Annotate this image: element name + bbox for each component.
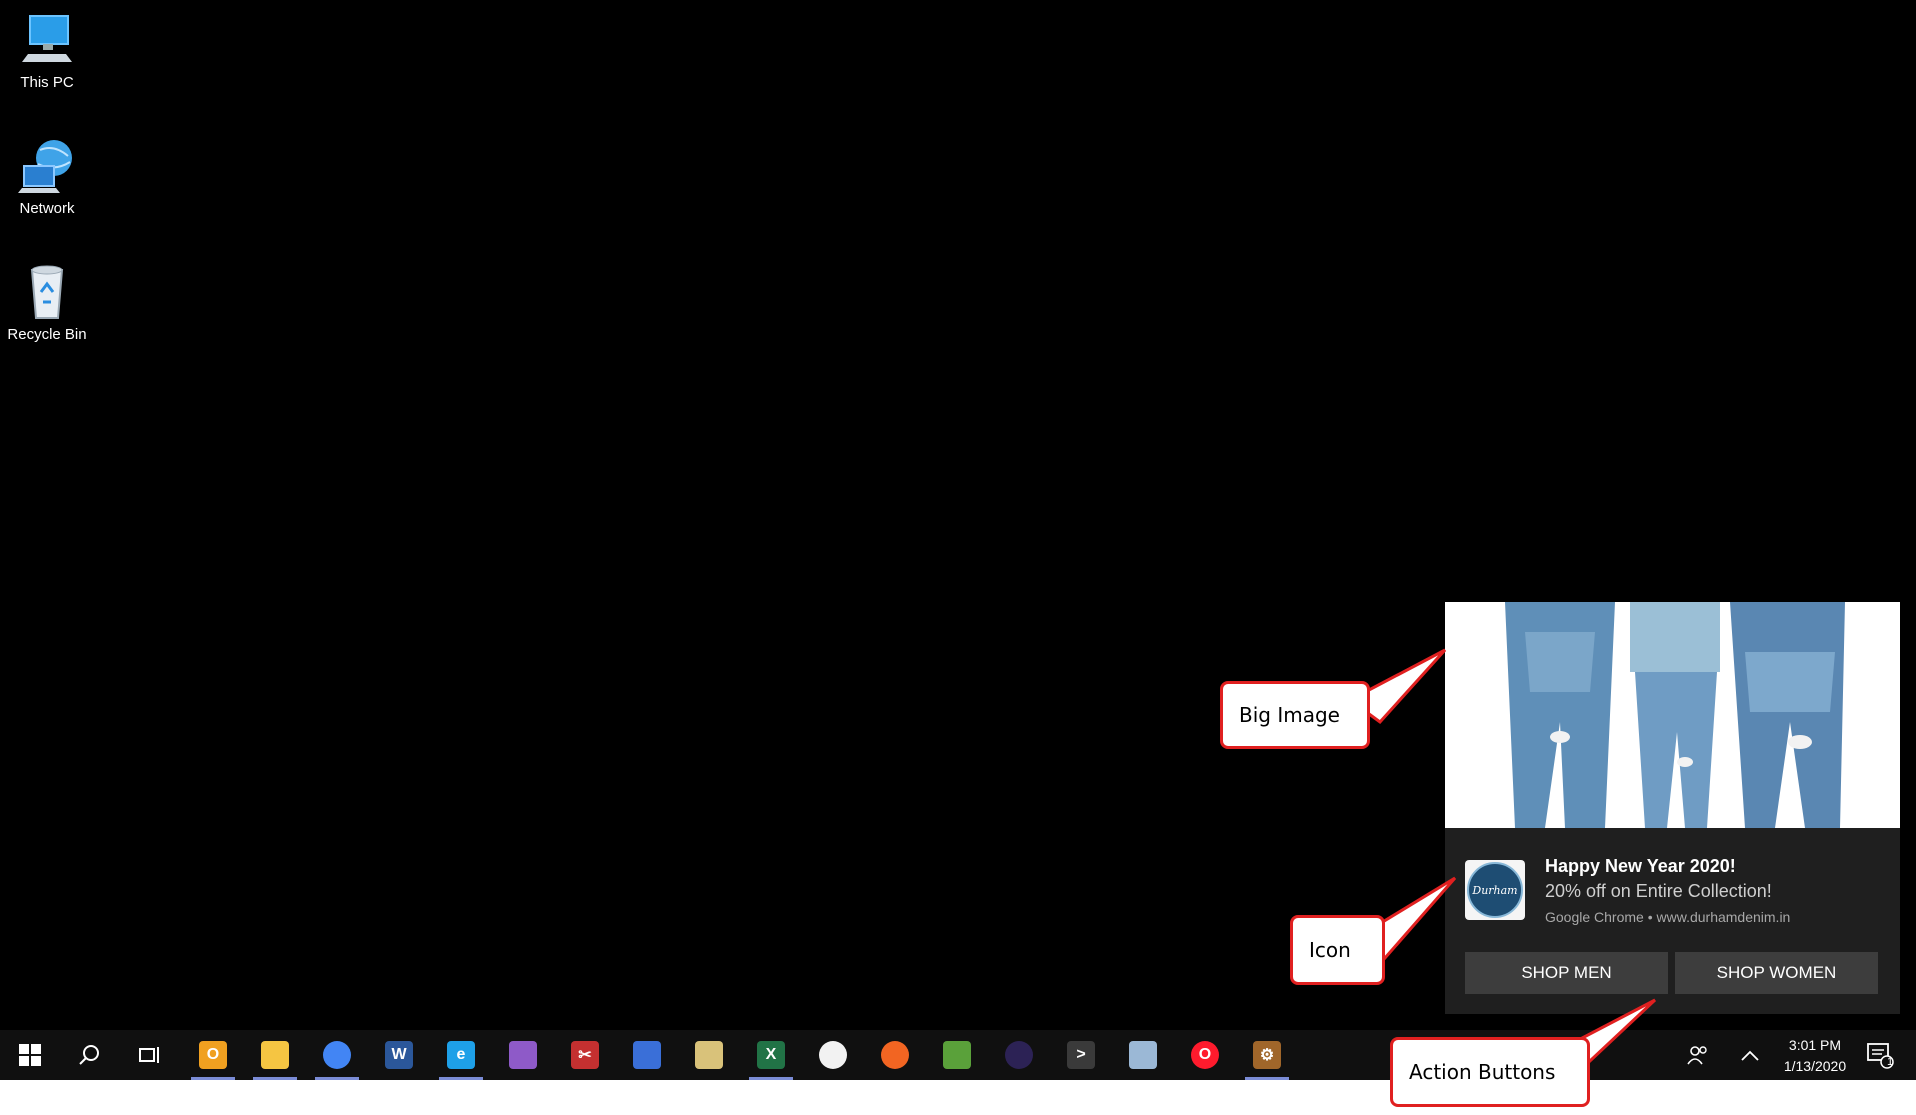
excel-icon: X bbox=[757, 1041, 785, 1069]
taskbar-app-orange-app[interactable] bbox=[867, 1030, 923, 1080]
word-icon: W bbox=[385, 1041, 413, 1069]
windows-logo-icon bbox=[19, 1044, 41, 1066]
task-view-button[interactable] bbox=[122, 1030, 178, 1080]
terminal-icon: > bbox=[1067, 1041, 1095, 1069]
brand-logo-text: Durham bbox=[1471, 884, 1517, 897]
network-label: Network bbox=[19, 200, 75, 217]
start-button[interactable] bbox=[2, 1030, 58, 1080]
big-image-callout: Big Image bbox=[1220, 681, 1370, 749]
remote-desktop-icon bbox=[633, 1041, 661, 1069]
network-icon bbox=[18, 140, 72, 193]
taskbar-app-database[interactable] bbox=[1115, 1030, 1171, 1080]
internet-explorer-icon: e bbox=[447, 1041, 475, 1069]
search-button[interactable] bbox=[62, 1030, 118, 1080]
database-icon bbox=[1129, 1041, 1157, 1069]
network-shortcut[interactable]: Network bbox=[0, 136, 94, 217]
system-clock[interactable]: 3:01 PM 1/13/2020 bbox=[1765, 1035, 1865, 1077]
taskbar-app-paint[interactable] bbox=[681, 1030, 737, 1080]
taskbar-app-gear-app[interactable]: ⚙ bbox=[1239, 1030, 1295, 1080]
people-button[interactable] bbox=[1670, 1030, 1726, 1080]
toast-attribution: Google Chrome • www.durhamdenim.in bbox=[1545, 909, 1791, 925]
action-buttons-callout-text: Action Buttons bbox=[1409, 1060, 1556, 1084]
clock-date: 1/13/2020 bbox=[1783, 1058, 1847, 1074]
toast-hero-image bbox=[1445, 602, 1900, 828]
recycle-bin-icon bbox=[30, 265, 64, 319]
notification-count-badge: 1 bbox=[1887, 1056, 1894, 1068]
file-explorer-icon bbox=[261, 1041, 289, 1069]
taskbar-app-snipping-tool[interactable]: ✂ bbox=[557, 1030, 613, 1080]
red-circle-app-icon bbox=[819, 1041, 847, 1069]
computer-icon bbox=[22, 15, 72, 62]
taskbar: O We ✂ X > O ⚙ 1 bbox=[0, 1030, 1916, 1080]
action-buttons-callout: Action Buttons bbox=[1390, 1037, 1590, 1107]
taskbar-app-opera[interactable]: O bbox=[1177, 1030, 1233, 1080]
green-editor-icon bbox=[943, 1041, 971, 1069]
this-pc-label: This PC bbox=[20, 74, 74, 91]
taskbar-app-outlook[interactable]: O bbox=[185, 1030, 241, 1080]
people-icon bbox=[1687, 1046, 1707, 1065]
purple-app-icon bbox=[509, 1041, 537, 1069]
gear-app-icon: ⚙ bbox=[1253, 1041, 1281, 1069]
toast-body: 20% off on Entire Collection! bbox=[1545, 881, 1772, 901]
chrome-icon bbox=[323, 1041, 351, 1069]
taskbar-app-excel[interactable]: X bbox=[743, 1030, 799, 1080]
taskbar-app-green-editor[interactable] bbox=[929, 1030, 985, 1080]
brand-logo-icon: Durham bbox=[1465, 860, 1525, 920]
recycle-bin-label: Recycle Bin bbox=[7, 326, 87, 343]
taskbar-app-file-explorer[interactable] bbox=[247, 1030, 303, 1080]
opera-icon: O bbox=[1191, 1041, 1219, 1069]
paint-icon bbox=[695, 1041, 723, 1069]
taskbar-app-internet-explorer[interactable]: e bbox=[433, 1030, 489, 1080]
task-view-icon bbox=[139, 1047, 159, 1063]
clock-time: 3:01 PM bbox=[1788, 1037, 1842, 1053]
recycle-bin-shortcut[interactable]: Recycle Bin bbox=[0, 262, 94, 343]
shop-men-button[interactable]: SHOP MEN bbox=[1465, 952, 1668, 994]
taskbar-app-purple-app[interactable] bbox=[495, 1030, 551, 1080]
outlook-icon: O bbox=[199, 1041, 227, 1069]
taskbar-app-word[interactable]: W bbox=[371, 1030, 427, 1080]
orange-app-icon bbox=[881, 1041, 909, 1069]
taskbar-app-eclipse[interactable] bbox=[991, 1030, 1047, 1080]
big-image-callout-text: Big Image bbox=[1239, 703, 1340, 727]
taskbar-app-remote-desktop[interactable] bbox=[619, 1030, 675, 1080]
toast-notification[interactable]: Durham Happy New Year 2020! 20% off on E… bbox=[1445, 602, 1900, 1014]
chevron-up-icon bbox=[1741, 1050, 1759, 1061]
toast-title: Happy New Year 2020! bbox=[1545, 856, 1736, 876]
search-icon bbox=[79, 1045, 99, 1065]
eclipse-icon bbox=[1005, 1041, 1033, 1069]
jeans-photo-image bbox=[1445, 602, 1900, 828]
snipping-tool-icon: ✂ bbox=[571, 1041, 599, 1069]
taskbar-app-red-circle-app[interactable] bbox=[805, 1030, 861, 1080]
taskbar-app-chrome[interactable] bbox=[309, 1030, 365, 1080]
this-pc-shortcut[interactable]: This PC bbox=[0, 10, 94, 91]
icon-callout-text: Icon bbox=[1309, 938, 1351, 962]
shop-women-button[interactable]: SHOP WOMEN bbox=[1675, 952, 1878, 994]
icon-callout: Icon bbox=[1290, 915, 1385, 985]
taskbar-app-terminal[interactable]: > bbox=[1053, 1030, 1109, 1080]
